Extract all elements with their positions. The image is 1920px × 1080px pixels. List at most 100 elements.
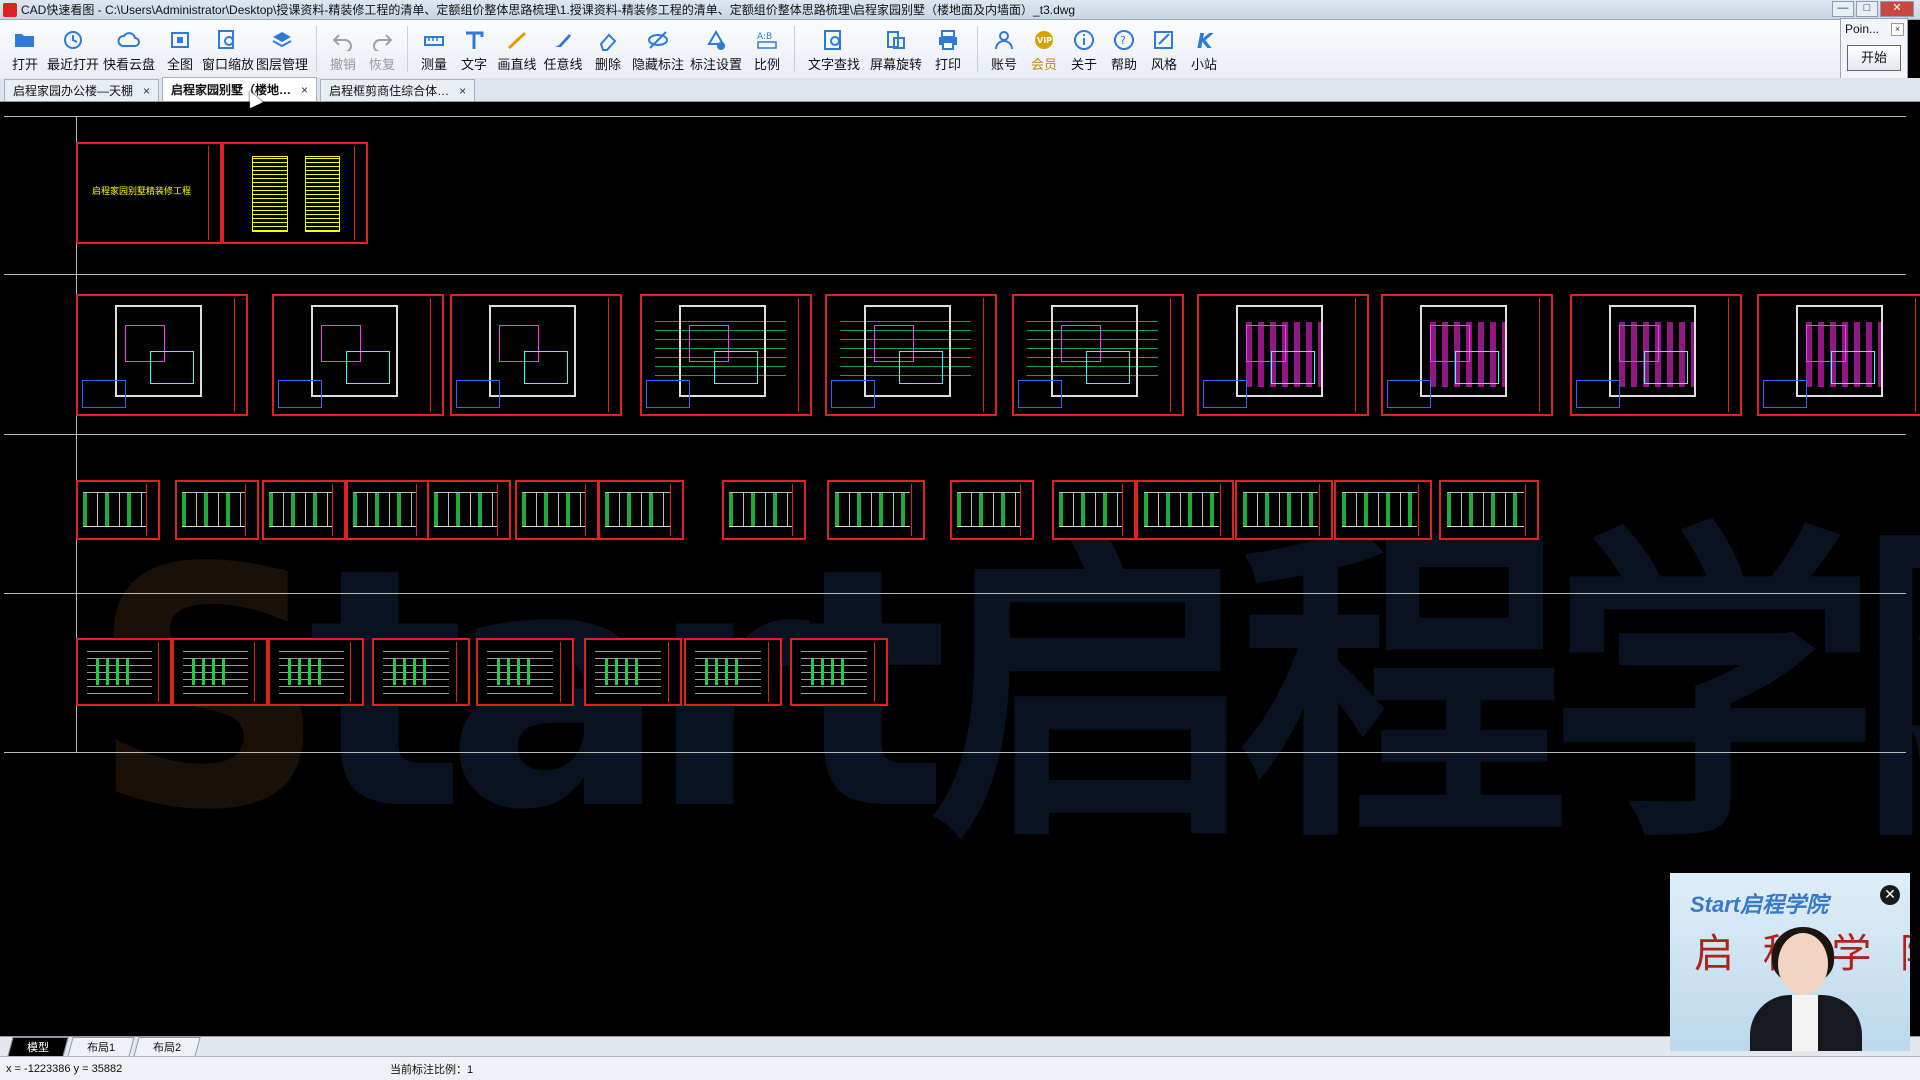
close-tab-icon[interactable]: × (459, 84, 466, 98)
toolbar-button-fit-all[interactable]: 全图 (158, 20, 202, 76)
toolbar-button-label: 屏幕旋转 (869, 57, 922, 72)
layout-tab-model[interactable]: 模型 (7, 1036, 69, 1057)
toolbar-button-text-search[interactable]: 文字查找 (801, 20, 867, 76)
drawing-sheet[interactable] (1197, 294, 1369, 416)
svg-text:VIP: VIP (1037, 36, 1052, 45)
drawing-sheet[interactable] (684, 638, 782, 706)
toolbar-button-label: 窗口缩放 (202, 57, 255, 72)
drawing-sheet[interactable] (262, 480, 346, 540)
toolbar-button-info[interactable]: 关于 (1064, 20, 1104, 76)
drawing-sheet[interactable] (1136, 480, 1234, 540)
drawing-sheet[interactable] (268, 638, 364, 706)
doc-tab-commercial-complex[interactable]: 启程框剪商住综合体… × (320, 79, 476, 101)
drawing-sheet[interactable] (272, 294, 444, 416)
toolbar-button-hide-annotation[interactable]: 隐藏标注 (630, 20, 686, 76)
drawing-sheet[interactable] (584, 638, 682, 706)
toolbar-separator (407, 26, 408, 72)
drawing-sheet[interactable] (1439, 480, 1539, 540)
toolbar-button-annotation-settings[interactable]: 标注设置 (686, 20, 746, 76)
folder-open-icon (13, 28, 37, 52)
drawing-sheet[interactable] (598, 480, 684, 540)
drawing-sheet[interactable] (1012, 294, 1184, 416)
drawing-sheet[interactable] (476, 638, 574, 706)
redo-icon (370, 28, 394, 52)
toolbar-button-zoom-window[interactable]: 窗口缩放 (202, 20, 254, 76)
drawing-sheet[interactable] (76, 638, 172, 706)
drawing-sheet[interactable] (1570, 294, 1742, 416)
point-panel-close-button[interactable]: × (1891, 23, 1904, 36)
toolbar-button-help[interactable]: ? 帮助 (1104, 20, 1144, 76)
toolbar-button-label: 恢复 (368, 57, 395, 72)
drawing-sheet[interactable] (346, 480, 430, 540)
doc-tab-office-ceiling[interactable]: 启程家园办公楼—天棚 × (4, 79, 160, 101)
doc-tab-label: 启程框剪商住综合体… (329, 84, 450, 98)
layout-tab-2[interactable]: 布局2 (133, 1036, 201, 1057)
drawing-grid-line (4, 274, 1906, 275)
k-station-icon: K (1192, 28, 1216, 52)
webcam-brand-logo: Start启程学院 (1690, 892, 1829, 917)
drawing-sheet[interactable] (790, 638, 888, 706)
help-icon: ? (1112, 28, 1136, 52)
toolbar-button-print[interactable]: 打印 (925, 20, 971, 76)
drawing-canvas[interactable]: Start启程学院 启程家园别墅精装修工程 (0, 102, 1920, 1036)
toolbar-button-freehand[interactable]: 任意线 (540, 20, 586, 76)
drawing-sheet[interactable] (222, 142, 368, 244)
drawing-sheet[interactable] (1334, 480, 1432, 540)
start-button[interactable]: 开始 (1847, 45, 1901, 71)
doc-tab-villa-floor[interactable]: 启程家园别墅（楼地… × (162, 77, 318, 101)
toolbar-button-label: 图层管理 (255, 57, 308, 72)
toolbar-button-account[interactable]: 账号 (984, 20, 1024, 76)
toolbar-button-undo[interactable]: 撤销 (323, 20, 363, 76)
toolbar-button-vip[interactable]: VIP 会员 (1024, 20, 1064, 76)
maximize-button[interactable]: □ (1856, 1, 1878, 17)
toolbar-button-rotate-screen[interactable]: 屏幕旋转 (867, 20, 925, 76)
hide-annotation-icon (646, 28, 670, 52)
toolbar-button-eraser[interactable]: 删除 (586, 20, 630, 76)
drawing-sheet[interactable] (1381, 294, 1553, 416)
close-window-button[interactable]: ✕ (1880, 1, 1914, 17)
drawing-sheet[interactable] (450, 294, 622, 416)
toolbar-button-line[interactable]: 画直线 (494, 20, 540, 76)
drawing-sheet[interactable] (76, 294, 248, 416)
drawing-sheet[interactable] (427, 480, 511, 540)
drawing-grid-line (4, 434, 1906, 435)
minimize-button[interactable]: — (1832, 1, 1854, 17)
toolbar-button-history[interactable]: 最近打开 (46, 20, 100, 76)
toolbar-button-label: 画直线 (497, 57, 537, 72)
drawing-sheet[interactable] (1235, 480, 1333, 540)
toolbar-button-k-station[interactable]: K 小站 (1184, 20, 1224, 76)
drawing-sheet[interactable]: 启程家园别墅精装修工程 (76, 142, 222, 244)
drawing-sheet[interactable] (515, 480, 599, 540)
toolbar-button-label: 删除 (594, 57, 621, 72)
toolbar-button-measure[interactable]: 测量 (414, 20, 454, 76)
drawing-sheet[interactable] (640, 294, 812, 416)
toolbar-button-style[interactable]: 风格 (1144, 20, 1184, 76)
toolbar-button-redo[interactable]: 恢复 (363, 20, 401, 76)
toolbar-button-cloud[interactable]: 快看云盘 (100, 20, 158, 76)
drawing-grid-line (4, 593, 1906, 594)
drawing-grid-line (4, 116, 1906, 117)
drawing-sheet[interactable] (175, 480, 259, 540)
toolbar-button-label: 账号 (990, 57, 1017, 72)
drawing-sheet[interactable] (1757, 294, 1920, 416)
close-tab-icon[interactable]: × (301, 83, 308, 97)
text-icon (462, 28, 486, 52)
drawing-sheet[interactable] (950, 480, 1034, 540)
svg-text:K: K (1197, 29, 1214, 51)
drawing-sheet[interactable] (827, 480, 925, 540)
close-tab-icon[interactable]: × (143, 84, 150, 98)
toolbar-button-text[interactable]: 文字 (454, 20, 494, 76)
drawing-sheet[interactable] (76, 480, 160, 540)
line-icon (505, 28, 529, 52)
webcam-close-button[interactable]: ✕ (1880, 885, 1900, 905)
drawing-sheet[interactable] (372, 638, 470, 706)
drawing-sheet[interactable] (722, 480, 806, 540)
toolbar-button-layers[interactable]: 图层管理 (254, 20, 310, 76)
layout-tab-1[interactable]: 布局1 (67, 1036, 135, 1057)
drawing-sheet[interactable] (1052, 480, 1136, 540)
drawing-sheet[interactable] (172, 638, 268, 706)
drawing-sheet[interactable] (825, 294, 997, 416)
toolbar-button-scale[interactable]: A:B 比例 (746, 20, 788, 76)
toolbar-button-label: 小站 (1190, 57, 1217, 72)
toolbar-button-folder-open[interactable]: 打开 (4, 20, 46, 76)
